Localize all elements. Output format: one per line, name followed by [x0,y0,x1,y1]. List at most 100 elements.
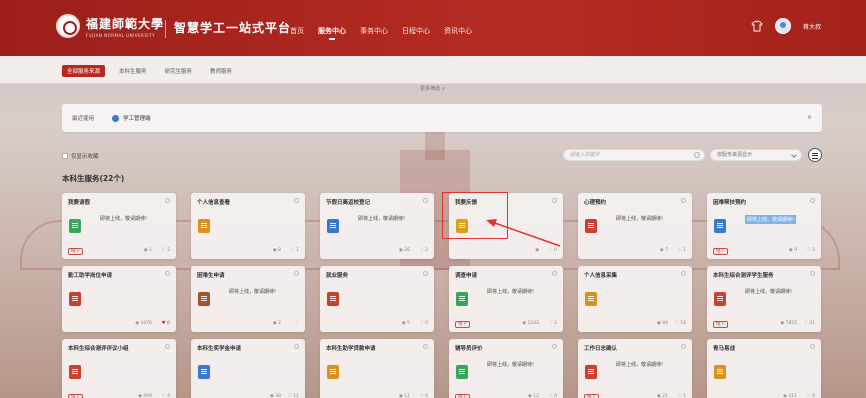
like-count[interactable]: ♡ [295,321,299,326]
nav-affairs-center[interactable]: 事务中心 [360,26,388,36]
service-card[interactable]: 辅导员评价 即将上线，敬请期待! 线下 ◉ 12 ♡ 0 [449,339,563,398]
like-count[interactable]: ♡ 2 [549,321,557,326]
recent-use-label: 最近使用 [72,116,95,122]
service-icon [585,219,597,233]
tab-undergrad-services[interactable]: 本科生服务 [115,65,151,77]
like-count[interactable]: ♡ 0 [549,248,557,253]
like-count[interactable]: ♡ 11 [288,394,299,398]
view-count: ◉ 38 [269,394,281,398]
like-count[interactable]: ♡ 31 [804,321,815,326]
view-count: ◉ 8 [272,248,281,253]
card-title: 心理预约 [584,200,607,206]
service-card[interactable]: 本科生综合测评评议小组 线下 ◉ 999 ♡ 4 [62,339,176,398]
service-icon [585,292,597,306]
service-card[interactable]: 个人信息采集 ◉ 99 ♡ 16 [578,266,692,332]
service-card[interactable]: 困难生申请 即将上线，敬请期待! ◉ 2 ♡ [191,266,305,332]
favorite-icon[interactable] [165,271,170,276]
filter-bar: 全部服务来源 本科生服务 研究生服务 教师服务 [0,56,866,84]
tab-all-sources[interactable]: 全部服务来源 [62,65,106,77]
service-card[interactable]: 就业服务 ◉ 5 ♡ 0 [320,266,434,332]
favorite-icon[interactable] [810,198,815,203]
service-card[interactable]: 青马易战 ◉ 411 ♡ 0 [707,339,821,398]
search-input[interactable]: 请输入关键字 [563,149,705,161]
coming-soon-text: 即将上线，敬请期待! [229,289,277,295]
favorite-icon[interactable] [552,344,557,349]
card-title: 我要请假 [68,200,91,206]
service-card[interactable]: 本科生奖学金申请 ◉ 38 ♡ 11 [191,339,305,398]
view-count: ◉ 7 [659,248,668,253]
favorite-icon[interactable] [423,271,428,276]
service-card[interactable]: 困难帮扶预约 即将上线，敬请期待! 线下 ◉ 9 ♡ 3 [707,193,821,259]
favorite-icon[interactable] [681,344,686,349]
card-title: 本科生助学贷款申请 [326,346,376,352]
offline-badge: 线下 [713,248,728,255]
favorite-icon[interactable] [810,271,815,276]
close-icon[interactable]: × [807,114,812,121]
favorite-icon[interactable] [294,198,299,203]
favorite-icon[interactable] [294,344,299,349]
service-card[interactable]: 个人信息查看 ◉ 8 ♡ 1 [191,193,305,259]
card-title: 本科生奖学金申请 [197,346,242,352]
like-count[interactable]: ♡ 1 [678,248,686,253]
sort-select[interactable]: 按服务来源显示 [710,149,802,161]
service-card[interactable]: 心理预约 即将上线，敬请期待! ◉ 7 ♡ 1 [578,193,692,259]
more-filter-toggle[interactable]: 更多筛选 ∨ [420,85,445,92]
like-count[interactable]: ♡ 0 [807,394,815,398]
search-icon[interactable] [694,152,700,158]
like-count[interactable]: ♡ 0 [549,394,557,398]
service-card[interactable]: 调查申请 即将上线，敬请期待! 线下 ◉ 1242 ♡ 2 [449,266,563,332]
view-count: ◉ 9 [788,248,797,253]
recent-chip[interactable]: 学工管理端 [112,114,151,122]
card-title: 节假日离返校登记 [326,200,371,206]
nav-schedule-center[interactable]: 日程中心 [402,26,430,36]
shirt-icon[interactable] [751,20,763,32]
favorite-icon[interactable] [681,198,686,203]
list-menu-button[interactable] [808,148,822,162]
service-card[interactable]: 工作日志确认 即将上线，敬请期待! 线下 ◉ 21 ♡ 1 [578,339,692,398]
favorite-icon[interactable] [552,198,557,203]
favorite-icon[interactable] [294,271,299,276]
like-count[interactable]: ♡ 0 [420,321,428,326]
tab-teacher-services[interactable]: 教师服务 [206,65,236,77]
service-card[interactable]: 本科生助学贷款申请 ◉ 11 ♡ 0 [320,339,434,398]
offline-badge: 线下 [68,394,83,398]
favorite-icon[interactable] [165,344,170,349]
service-icon [456,292,468,306]
like-count[interactable]: ♡ 2 [162,248,170,253]
only-favorites-toggle[interactable]: 仅显示收藏 [62,152,99,160]
service-card[interactable]: 本科生综合测评学生服务 即将上线，敬请期待! 线下 ◉ 7855 ♡ 31 [707,266,821,332]
university-logo[interactable]: 福建師範大學 FUJIAN NORMAL UNIVERSITY [56,14,164,38]
favorite-icon[interactable] [423,198,428,203]
tab-grad-services[interactable]: 研究生服务 [161,65,197,77]
favorite-icon[interactable] [681,271,686,276]
card-title: 辅导员评价 [455,346,483,352]
like-count[interactable]: ♡ 1 [678,394,686,398]
service-icon [456,365,468,379]
view-count: ◉ 99 [656,321,668,326]
service-card[interactable]: 我要请假 即将上线，敬请期待! 线下 ◉ 1 ♡ 2 [62,193,176,259]
like-count[interactable]: ♡ 2 [420,248,428,253]
favorite-icon[interactable] [165,198,170,203]
backdrop-tower-top [425,130,445,160]
checkbox[interactable] [62,153,68,159]
view-count: ◉ 1 [143,248,152,253]
like-count[interactable]: ♡ 4 [162,394,170,398]
favorite-icon[interactable] [810,344,815,349]
like-count[interactable]: ♡ 0 [420,394,428,398]
nav-service-center[interactable]: 服务中心 [318,26,346,40]
like-count[interactable]: ♡ 1 [291,248,299,253]
view-count: ◉ 2 [272,321,281,326]
favorite-icon[interactable] [423,344,428,349]
user-avatar[interactable] [774,18,791,34]
like-count[interactable]: ♡ 16 [675,321,686,326]
user-name[interactable]: 蒋大叔 [803,22,821,31]
favorite-icon[interactable] [552,271,557,276]
nav-home[interactable]: 首页 [290,26,304,36]
recent-use-panel: 最近使用 学工管理端 × [62,104,822,132]
service-card[interactable]: 勤工助学岗位申请 ◉ 1076 ♥ 0 [62,266,176,332]
service-icon [69,292,81,306]
like-count[interactable]: ♡ 3 [807,248,815,253]
service-card[interactable]: 节假日离返校登记 即将上线，敬请期待! ◉ 26 ♡ 2 [320,193,434,259]
like-count[interactable]: ♥ 0 [162,321,170,326]
nav-news-center[interactable]: 资讯中心 [444,26,472,36]
